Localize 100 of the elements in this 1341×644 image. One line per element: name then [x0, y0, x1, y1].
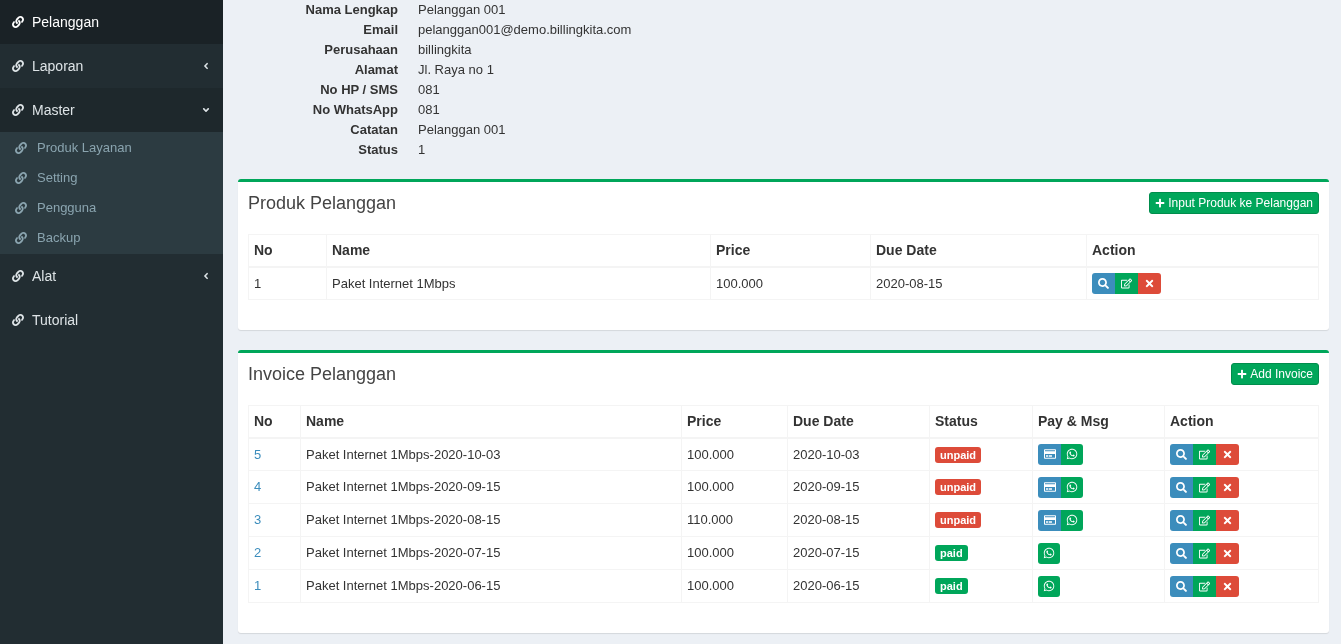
whatsapp-button[interactable]: [1061, 476, 1083, 498]
detail-value: Jl. Raya no 1: [418, 61, 495, 79]
pay-button[interactable]: [1038, 476, 1061, 498]
column-header: Action: [1086, 234, 1319, 267]
detail-value: 081: [418, 101, 441, 119]
table-cell: 110.000: [681, 503, 788, 537]
submenu-item[interactable]: Produk Layanan: [0, 133, 223, 163]
column-header: Action: [1164, 405, 1319, 438]
edit-button[interactable]: [1193, 509, 1216, 531]
table-cell: Paket Internet 1Mbps-2020-08-15: [300, 503, 682, 537]
edit-icon: [1121, 277, 1132, 289]
edit-icon: [1199, 580, 1210, 592]
table-cell: 100.000: [681, 437, 788, 471]
sidebar-item[interactable]: Laporan: [0, 44, 223, 88]
table-cell: Paket Internet 1Mbps: [326, 266, 711, 300]
edit-button[interactable]: [1193, 476, 1216, 498]
view-button[interactable]: [1170, 575, 1193, 597]
link-icon: [12, 314, 24, 326]
column-header: Price: [710, 234, 871, 267]
status-badge: paid: [935, 545, 968, 562]
whatsapp-button[interactable]: [1061, 443, 1083, 465]
delete-button[interactable]: [1216, 509, 1239, 531]
submenu-item[interactable]: Pengguna: [0, 193, 223, 223]
chevron-down-icon: [201, 105, 211, 115]
detail-label: Nama Lengkap: [304, 1, 398, 19]
pay-button[interactable]: [1038, 443, 1061, 465]
whatsapp-icon: [1043, 547, 1055, 559]
detail-label: No WhatsApp: [311, 101, 398, 119]
status-badge: paid: [935, 578, 968, 595]
detail-value: pelanggan001@demo.billingkita.com: [418, 21, 633, 39]
table-cell: 5: [248, 437, 301, 471]
sidebar-item[interactable]: Tutorial: [0, 298, 223, 342]
whatsapp-icon: [1066, 514, 1078, 526]
detail-value: Pelanggan 001: [418, 121, 507, 139]
detail-label: No HP / SMS: [319, 81, 398, 99]
whatsapp-icon: [1066, 448, 1078, 461]
delete-button[interactable]: [1138, 272, 1161, 294]
view-button[interactable]: [1170, 542, 1193, 564]
table-cell: Paket Internet 1Mbps-2020-06-15: [300, 569, 682, 603]
pay-button[interactable]: [1038, 509, 1061, 531]
detail-label: Alamat: [353, 61, 398, 79]
detail-value: billingkita: [418, 41, 473, 59]
detail-label: Catatan: [349, 121, 398, 139]
link-icon: [15, 172, 27, 184]
whatsapp-icon: [1043, 580, 1055, 592]
card-icon: [1043, 448, 1056, 461]
table-cell: 100.000: [681, 569, 788, 603]
sidebar-item[interactable]: Alat: [0, 254, 223, 298]
table-cell: 2: [248, 536, 301, 570]
column-header: Name: [326, 234, 711, 267]
edit-button[interactable]: [1193, 443, 1216, 465]
chevron-left-icon: [201, 61, 211, 71]
chevron-left-icon: [201, 271, 211, 281]
table-cell: Paket Internet 1Mbps-2020-07-15: [300, 536, 682, 570]
edit-button[interactable]: [1193, 575, 1216, 597]
delete-button[interactable]: [1216, 476, 1239, 498]
add-button[interactable]: Add Invoice: [1231, 363, 1319, 385]
detail-value: 1: [418, 141, 427, 159]
add-button[interactable]: Input Produk ke Pelanggan: [1149, 192, 1319, 214]
delete-button[interactable]: [1216, 575, 1239, 597]
plus-icon: [1155, 198, 1166, 208]
search-icon: [1176, 448, 1187, 460]
view-button[interactable]: [1092, 272, 1115, 294]
delete-button[interactable]: [1216, 443, 1239, 465]
link-icon: [15, 142, 27, 154]
view-button[interactable]: [1170, 476, 1193, 498]
detail-label: Status: [357, 141, 398, 159]
close-icon: [1222, 448, 1233, 460]
table-cell: 3: [248, 503, 301, 537]
link-icon: [15, 232, 27, 244]
sidebar-item[interactable]: Master: [0, 88, 223, 132]
table-cell: 100.000: [681, 470, 788, 504]
column-header: Due Date: [870, 234, 1087, 267]
link-icon: [12, 60, 24, 72]
whatsapp-button[interactable]: [1038, 542, 1060, 564]
submenu-item[interactable]: Backup: [0, 223, 223, 253]
card-icon: [1043, 481, 1056, 493]
table-cell: 1: [248, 266, 327, 300]
table-cell: 100.000: [710, 266, 871, 300]
edit-button[interactable]: [1115, 272, 1138, 294]
sidebar-item[interactable]: Pelanggan: [0, 0, 223, 44]
column-header: Pay & Msg: [1032, 405, 1165, 438]
close-icon: [1222, 580, 1233, 592]
edit-button[interactable]: [1193, 542, 1216, 564]
panel-title: Invoice Pelanggan: [248, 362, 397, 386]
delete-button[interactable]: [1216, 542, 1239, 564]
whatsapp-icon: [1066, 481, 1078, 493]
table-cell: 100.000: [681, 536, 788, 570]
edit-icon: [1199, 481, 1210, 493]
close-icon: [1222, 514, 1233, 526]
detail-label: Perusahaan: [323, 41, 398, 59]
view-button[interactable]: [1170, 443, 1193, 465]
view-button[interactable]: [1170, 509, 1193, 531]
column-header: Name: [300, 405, 682, 438]
link-icon: [12, 16, 24, 28]
whatsapp-button[interactable]: [1061, 509, 1083, 531]
whatsapp-button[interactable]: [1038, 575, 1060, 597]
status-badge: unpaid: [935, 446, 982, 463]
edit-icon: [1199, 547, 1210, 559]
submenu-item[interactable]: Setting: [0, 163, 223, 193]
